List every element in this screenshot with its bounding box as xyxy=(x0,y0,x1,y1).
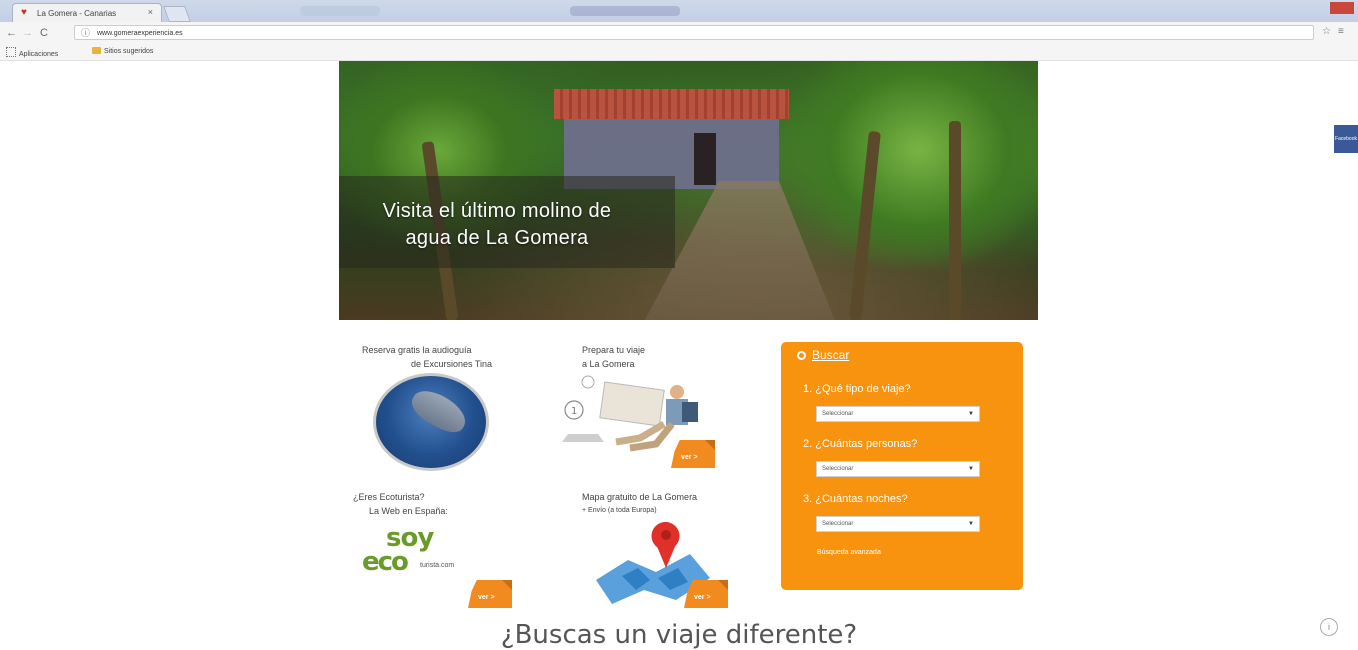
people-label: 2. ¿Cuántas personas? xyxy=(803,438,918,450)
prepare-promo-text[interactable]: Prepara tu viaje a La Gomera xyxy=(582,343,645,371)
chevron-down-icon: ▼ xyxy=(968,521,974,527)
bookmark-label: Aplicaciones xyxy=(19,51,59,58)
select-value: Seleccionar xyxy=(822,466,854,472)
advanced-search-link[interactable]: Búsqueda avanzada xyxy=(817,549,881,556)
audioguide-line2: de Excursiones Tina xyxy=(410,359,492,369)
apps-icon xyxy=(6,47,16,57)
search-icon xyxy=(797,351,806,360)
dolphin-image[interactable] xyxy=(373,373,489,471)
logo-turista: turista.com xyxy=(420,562,455,569)
heart-favicon-icon: ♥ xyxy=(21,7,27,18)
eco-line2: La Web en España: xyxy=(369,506,448,516)
banana-plants-right xyxy=(779,61,1038,271)
select-value: Seleccionar xyxy=(822,521,854,527)
banana-trunk xyxy=(949,121,961,320)
house-door xyxy=(694,133,716,185)
nights-select[interactable]: Seleccionar ▼ xyxy=(816,516,980,532)
search-panel: Buscar 1. ¿Qué tipo de viaje? Selecciona… xyxy=(781,342,1023,590)
facebook-tab[interactable]: Facebook xyxy=(1334,125,1358,153)
map-line2: + Envío (a toda Europa) xyxy=(582,507,657,514)
house-roof xyxy=(554,89,789,119)
hero-caption-box: Visita el último molino de agua de La Go… xyxy=(339,176,675,268)
select-value: Seleccionar xyxy=(822,411,854,417)
section-heading: ¿Buscas un viaje diferente? xyxy=(500,620,858,650)
audioguide-promo-text[interactable]: Reserva gratis la audioguía de Excursion… xyxy=(362,343,492,371)
chevron-down-icon: ▼ xyxy=(968,411,974,417)
trip-type-select[interactable]: Seleccionar ▼ xyxy=(816,406,980,422)
window-close-button[interactable] xyxy=(1330,2,1354,14)
eco-promo-text[interactable]: ¿Eres Ecoturista? La Web en España: xyxy=(353,490,448,518)
logo-eco: eco xyxy=(362,547,409,577)
eco-line1: ¿Eres Ecoturista? xyxy=(353,492,425,502)
new-tab-button[interactable] xyxy=(163,6,191,22)
url-text: www.gomeraexperiencia.es xyxy=(97,30,183,37)
search-title-link[interactable]: Buscar xyxy=(797,348,849,362)
blurred-tab xyxy=(300,6,380,16)
menu-icon[interactable]: ≡ xyxy=(1338,26,1344,37)
eco-ver-button[interactable]: ver > xyxy=(468,580,512,608)
back-button[interactable]: ← xyxy=(6,26,17,40)
hero-caption: Visita el último molino de agua de La Go… xyxy=(339,198,655,252)
bookmark-apps[interactable]: Aplicaciones xyxy=(6,47,58,60)
hero-caption-line1: Visita el último molino de xyxy=(382,200,612,222)
bookmarks-bar: Aplicaciones Sitios sugeridos xyxy=(0,44,1358,61)
info-icon[interactable]: i xyxy=(1320,618,1338,636)
bookmark-label: Sitios sugeridos xyxy=(104,48,154,55)
trip-type-label: 1. ¿Qué tipo de viaje? xyxy=(803,383,911,395)
info-icon[interactable]: ⓘ xyxy=(81,26,90,41)
svg-text:1: 1 xyxy=(571,406,577,417)
hero-banner[interactable]: Visita el último molino de agua de La Go… xyxy=(339,61,1038,320)
tab-title: La Gomera - Canarias xyxy=(37,9,117,18)
window-controls xyxy=(1274,2,1354,16)
tab-close-icon[interactable]: × xyxy=(148,7,153,17)
map-line1: Mapa gratuito de La Gomera xyxy=(582,492,698,502)
folder-icon xyxy=(92,47,101,54)
prepare-line1: Prepara tu viaje xyxy=(582,345,646,355)
tab-bar: ♥ La Gomera - Canarias × xyxy=(0,0,1358,22)
soyecoturista-logo[interactable]: soy eco turista.com xyxy=(362,525,502,580)
people-select[interactable]: Seleccionar ▼ xyxy=(816,461,980,477)
dolphin-shape xyxy=(406,384,472,438)
browser-tab[interactable]: ♥ La Gomera - Canarias × xyxy=(12,3,162,22)
url-bar[interactable]: ⓘ www.gomeraexperiencia.es xyxy=(74,25,1314,40)
chevron-down-icon: ▼ xyxy=(968,466,974,472)
reload-button[interactable]: C xyxy=(40,26,48,40)
bookmark-suggested[interactable]: Sitios sugeridos xyxy=(92,47,153,57)
blurred-tab xyxy=(570,6,680,16)
star-icon[interactable]: ☆ xyxy=(1322,26,1331,37)
browser-toolbar: ← → C ⓘ www.gomeraexperiencia.es ☆ ≡ xyxy=(0,22,1358,45)
hero-caption-line2: agua de La Gomera xyxy=(405,227,589,249)
forward-button[interactable]: → xyxy=(22,26,33,40)
prepare-line2: a La Gomera xyxy=(582,359,635,369)
search-title: Buscar xyxy=(812,348,850,362)
nights-label: 3. ¿Cuántas noches? xyxy=(803,493,908,505)
audioguide-line1: Reserva gratis la audioguía xyxy=(362,345,472,355)
map-promo-text[interactable]: Mapa gratuito de La Gomera + Envío (a to… xyxy=(582,490,697,518)
